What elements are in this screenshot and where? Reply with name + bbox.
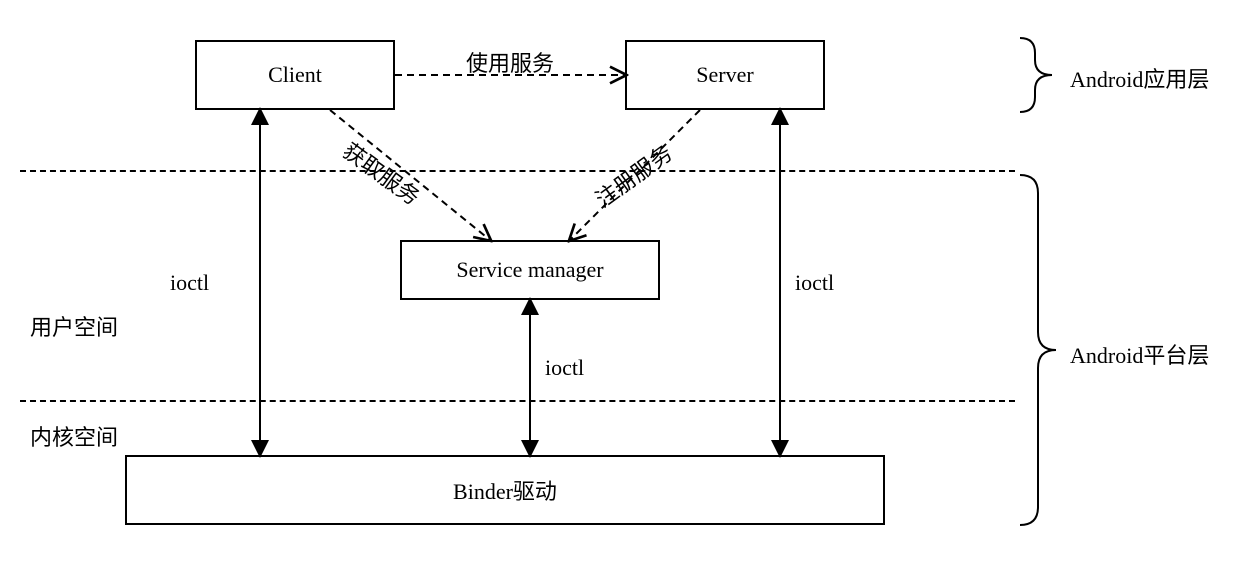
service-manager-label: Service manager xyxy=(456,257,603,283)
ioctl-left-label: ioctl xyxy=(170,270,209,296)
client-label: Client xyxy=(268,62,322,88)
brace-app-layer xyxy=(1020,38,1052,112)
ioctl-mid-label: ioctl xyxy=(545,355,584,381)
binder-driver-label: Binder驱动 xyxy=(453,474,557,506)
separator-top xyxy=(20,170,1015,172)
brace-platform-layer xyxy=(1020,175,1056,525)
service-manager-box: Service manager xyxy=(400,240,660,300)
platform-layer-label: Android平台层 xyxy=(1070,338,1209,370)
separator-bottom xyxy=(20,400,1015,402)
user-space-label: 用户空间 xyxy=(30,310,118,342)
use-service-label: 使用服务 xyxy=(466,46,554,78)
get-service-label: 获取服务 xyxy=(337,134,427,212)
server-box: Server xyxy=(625,40,825,110)
server-label: Server xyxy=(696,62,753,88)
app-layer-label: Android应用层 xyxy=(1070,62,1209,94)
register-service-label: 注册服务 xyxy=(588,136,678,214)
kernel-space-label: 内核空间 xyxy=(30,420,118,452)
client-box: Client xyxy=(195,40,395,110)
ioctl-right-label: ioctl xyxy=(795,270,834,296)
binder-driver-box: Binder驱动 xyxy=(125,455,885,525)
